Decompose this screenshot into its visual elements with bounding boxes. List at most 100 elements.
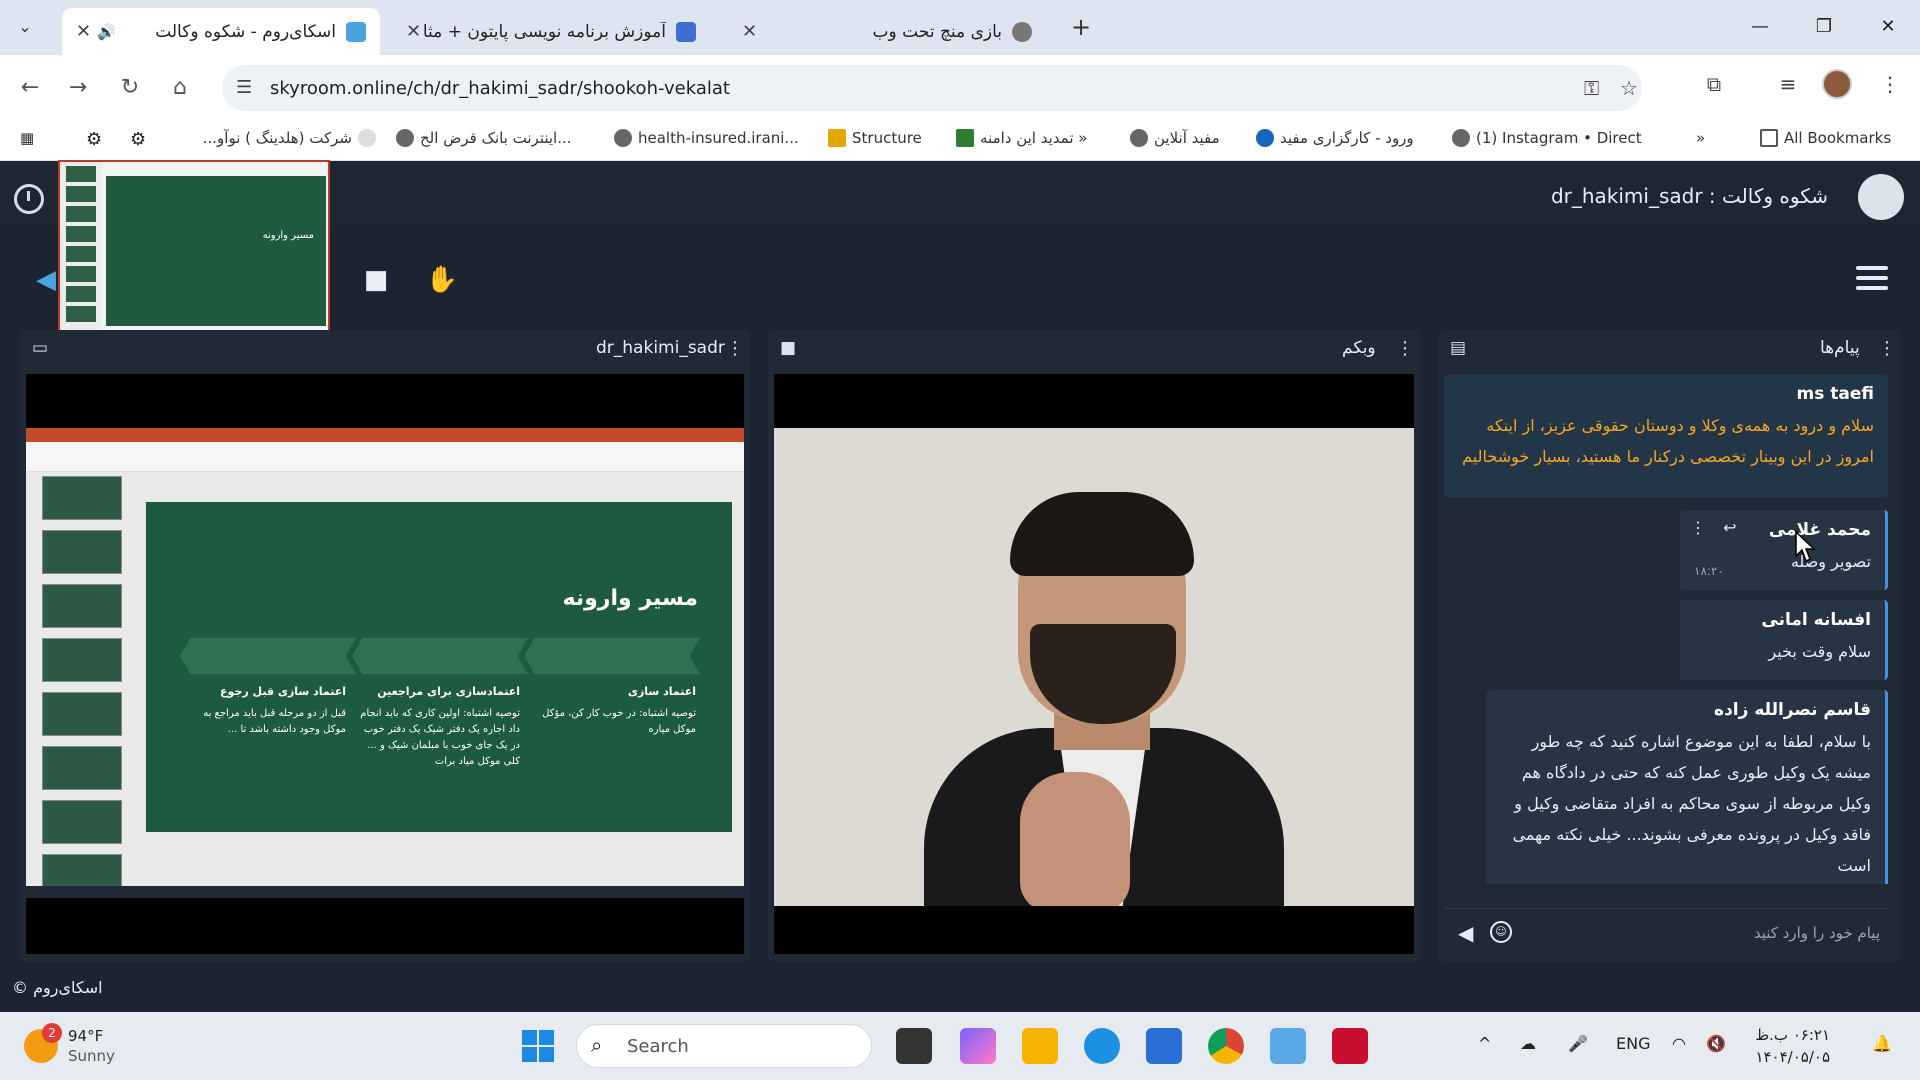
video-camera-icon: ■: [780, 338, 797, 358]
bookmark-gear-icon[interactable]: ⚙: [130, 129, 146, 150]
bookmark-item[interactable]: تمدید این دامنه »: [956, 129, 1087, 147]
ppt-titlebar: [26, 428, 744, 442]
slide-column: اعتماد سازی قبل رجوع قبل از دو مرحله قبل …: [203, 685, 346, 735]
site-settings-icon[interactable]: ☰: [236, 77, 252, 98]
wifi-icon[interactable]: ◠: [1672, 1034, 1686, 1053]
panel-menu-icon[interactable]: ⋮: [726, 338, 744, 359]
bookmark-star-icon[interactable]: ☆: [1620, 76, 1638, 100]
tab-title: اسکای‌روم - شکوه وکالت: [155, 21, 336, 42]
chat-bubble-icon: ▤: [1450, 338, 1467, 358]
more-menu-icon[interactable]: ⋮: [1874, 72, 1906, 96]
media-controls-icon[interactable]: ≡: [1772, 72, 1804, 96]
chat-message[interactable]: افسانه امانی سلام وقت بخیر: [1680, 600, 1888, 680]
bookmark-item[interactable]: مفید آنلاین: [1130, 129, 1220, 147]
ppt-ribbon: [26, 442, 744, 472]
close-tab-icon[interactable]: ✕: [742, 21, 757, 42]
skyroom-favicon-icon: [346, 21, 366, 42]
microphone-icon[interactable]: 🎤: [1568, 1034, 1588, 1053]
password-key-icon[interactable]: ⚿: [1584, 76, 1599, 100]
panel-menu-icon[interactable]: ⋮: [1878, 338, 1896, 359]
message-text: سلام وقت بخیر: [1768, 642, 1871, 661]
copyright-text: © اسکای‌روم: [12, 978, 103, 997]
more-bookmarks-button[interactable]: »: [1696, 129, 1705, 147]
chat-message-list[interactable]: ms taefi سلام و درود به همه‌ی وکلا و دوس…: [1444, 374, 1888, 884]
language-indicator[interactable]: ENG: [1616, 1034, 1650, 1053]
clock-time: ۰۶:۲۱ ب.ظ: [1755, 1026, 1830, 1044]
tab-skyroom[interactable]: اسکای‌روم - شکوه وکالت 🔊 ✕: [62, 8, 380, 55]
hamburger-menu-icon[interactable]: [1852, 260, 1892, 300]
emoji-icon[interactable]: ☺: [1490, 921, 1512, 943]
profile-avatar[interactable]: [1822, 69, 1852, 99]
sun-icon: 2: [24, 1023, 62, 1063]
new-tab-button[interactable]: +: [1066, 12, 1096, 42]
bookmark-item[interactable]: health-insured.irani...: [614, 129, 799, 147]
restore-button[interactable]: ❐: [1804, 10, 1844, 44]
panel-menu-icon[interactable]: ⋮: [1396, 338, 1414, 359]
home-icon[interactable]: ⌂: [164, 72, 196, 104]
clock-icon[interactable]: [14, 184, 44, 214]
bookmark-item[interactable]: Structure: [828, 129, 922, 147]
reply-icon[interactable]: ↩: [1723, 518, 1736, 537]
chrome-icon[interactable]: [1208, 1028, 1244, 1064]
reload-icon[interactable]: ↻: [114, 72, 146, 104]
recorder-icon[interactable]: [1332, 1028, 1368, 1064]
copilot-icon[interactable]: [960, 1028, 996, 1064]
send-icon[interactable]: ◀: [1458, 921, 1473, 945]
bookmark-item[interactable]: (1) Instagram • Direct: [1452, 129, 1642, 147]
taskbar-search[interactable]: ⌕ Search: [576, 1024, 872, 1068]
show-hidden-icons-icon[interactable]: ^: [1478, 1034, 1491, 1053]
slide-arrow-step: [180, 638, 356, 674]
bookmark-item[interactable]: شرکت (هلدینگ ) نوآو...: [176, 129, 376, 147]
slide-column: اعتماد سازی توصیه اشتباه: در خوب کار کن، …: [542, 685, 696, 735]
panel-header: ■ وبکم ⋮: [768, 330, 1420, 370]
address-bar[interactable]: ☰ skyroom.online/ch/dr_hakimi_sadr/shook…: [222, 65, 1642, 111]
briefcase-icon[interactable]: ■: [354, 258, 398, 302]
course-favicon-icon: [676, 21, 696, 42]
back-arrow-icon[interactable]: ←: [14, 72, 46, 104]
ppt-slide-thumbnails: [30, 476, 140, 898]
edge-browser-icon[interactable]: [1084, 1028, 1120, 1064]
bookmark-gear-icon[interactable]: ⚙: [86, 129, 102, 150]
notifications-bell-icon[interactable]: 🔔: [1872, 1034, 1892, 1053]
ppt-current-slide: مسیر وارونه اعتماد سازی توصیه اشتباه: در …: [146, 502, 732, 832]
os-taskbar: 2 94°F Sunny ⌕ Search ^ ☁ 🎤 ENG ◠ 🔇 ▮ ۰۶…: [0, 1012, 1920, 1080]
close-tab-icon[interactable]: ✕: [406, 21, 421, 42]
windows-start-icon[interactable]: [522, 1030, 554, 1062]
task-view-icon[interactable]: [896, 1028, 932, 1064]
raise-hand-icon[interactable]: ✋: [420, 258, 464, 302]
system-clock[interactable]: ۰۶:۲۱ ب.ظ ۱۴۰۴/۰۵/۰۵: [1750, 1024, 1830, 1068]
store-icon[interactable]: [1146, 1028, 1182, 1064]
room-title: dr_hakimi_sadr : شکوه وکالت: [1550, 184, 1828, 208]
bookmark-item[interactable]: ورود - کارگزاری مفید: [1256, 129, 1414, 147]
tab-ludo-game[interactable]: بازی منچ تحت وب ✕: [728, 8, 1046, 55]
tab-python-course[interactable]: آموزش برنامه نویسی پایتون + مثا ✕: [392, 8, 710, 55]
forward-arrow-icon[interactable]: →: [62, 72, 94, 104]
all-bookmarks-button[interactable]: All Bookmarks: [1760, 129, 1891, 147]
weather-widget[interactable]: 2 94°F Sunny: [24, 1023, 115, 1066]
preview-slide: مسیر وارونه: [106, 176, 326, 326]
user-avatar[interactable]: [1858, 174, 1904, 220]
close-tab-icon[interactable]: ✕: [76, 21, 91, 42]
minimize-button[interactable]: —: [1740, 10, 1780, 44]
chat-message[interactable]: ⋮ ↩ محمد غلامی تصویر وصله ۱۸:۲۰: [1680, 510, 1888, 590]
tab-search-icon[interactable]: ⌄: [10, 12, 40, 42]
audio-playing-icon[interactable]: 🔊: [97, 23, 116, 41]
message-menu-icon[interactable]: ⋮: [1690, 518, 1706, 537]
search-icon: ⌕: [591, 1033, 603, 1057]
screen-preview-thumbnail[interactable]: مسیر وارونه: [58, 160, 330, 338]
screen-share-icon: ▭: [32, 338, 49, 358]
close-window-button[interactable]: ✕: [1868, 10, 1908, 44]
photos-icon[interactable]: [1270, 1028, 1306, 1064]
tab-title: آموزش برنامه نویسی پایتون + مثا: [422, 21, 666, 42]
volume-muted-icon[interactable]: 🔇: [1706, 1034, 1726, 1053]
chat-input[interactable]: [1524, 917, 1880, 949]
extensions-icon[interactable]: ⧉: [1698, 72, 1730, 96]
apps-grid-icon[interactable]: ▦: [20, 129, 34, 147]
onedrive-icon[interactable]: ☁: [1520, 1034, 1536, 1053]
chat-message[interactable]: قاسم نصرالله زاده با سلام، لطفا به این م…: [1486, 690, 1888, 884]
file-explorer-icon[interactable]: [1022, 1028, 1058, 1064]
panel-title: dr_hakimi_sadr: [596, 338, 725, 358]
search-label: Search: [627, 1036, 689, 1057]
bookmark-item[interactable]: اینترنت بانک قرض الح...: [396, 129, 572, 147]
message-actions: ⋮ ↩: [1690, 518, 1737, 537]
